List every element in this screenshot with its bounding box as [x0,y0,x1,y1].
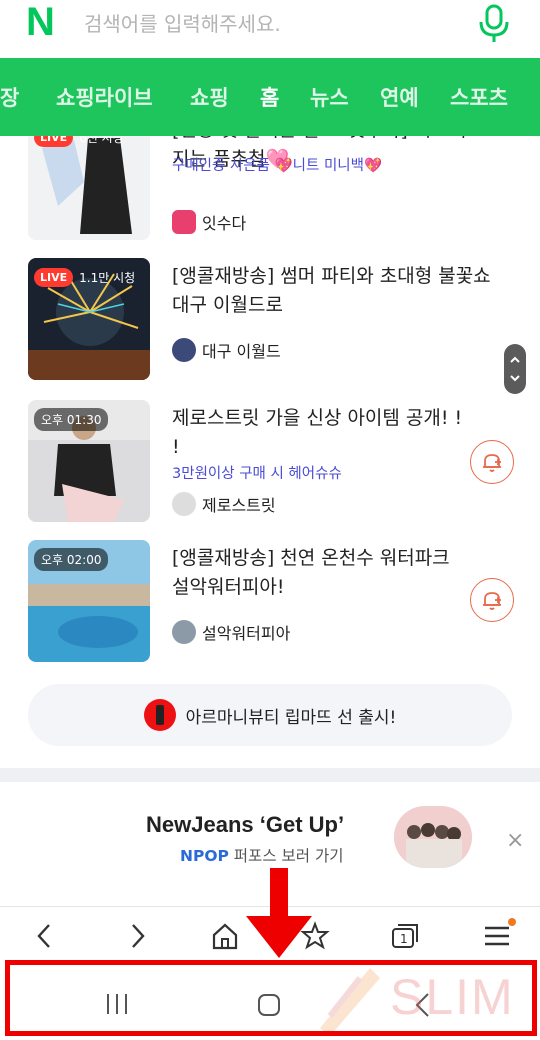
list-item[interactable]: 오후 02:00 [앵콜재방송] 천연 온천수 워터파크 설악워터피아! 설악워… [28,540,518,662]
bell-plus-icon [483,454,501,472]
list-item[interactable]: LIVE 6천 시청 [신상 및 할이는 날 + 잇수다] 니트백 지는 품추첨… [28,118,518,240]
channel[interactable]: 설악워터피아 [172,620,290,644]
tab-previous-visible[interactable]: 장 [0,82,19,112]
promo-image[interactable] [394,806,472,868]
forward-icon[interactable] [122,921,152,951]
svg-text:1: 1 [400,932,408,946]
thumbnail-waterpark[interactable]: 오후 02:00 [28,540,150,662]
channel[interactable]: 대구 이월드 [172,338,281,362]
bell-plus-icon [483,592,501,610]
section-divider [0,768,540,782]
thumbnail-fashion[interactable]: LIVE 6천 시청 [28,118,150,240]
live-badge: LIVE [34,267,74,287]
item-title[interactable]: [앵콜재방송] 썸머 파티와 초대형 불꽃쇼 대구 이월드로 [172,262,502,320]
home-icon[interactable] [210,921,240,951]
view-count: 1.1만 시청 [79,270,136,285]
tab-home-visible[interactable]: 홈 [260,82,279,112]
item-subtitle: 3만원이상 구매 시 헤어슈슈 [172,466,342,482]
notification-bell-button[interactable] [470,578,514,622]
naver-logo[interactable]: N [26,2,55,42]
channel[interactable]: 제로스트릿 [172,492,276,516]
search-bar[interactable]: N 검색어를 입력해주세요. [0,0,540,58]
schedule-badge: 오후 02:00 [34,548,109,571]
channel-avatar [172,620,196,644]
item-title[interactable]: 제로스트릿 가을 신상 아이템 공개! ! ! [172,404,472,462]
tab-shopping-visible[interactable]: 쇼핑 [190,82,229,112]
scroll-handle[interactable] [504,344,526,394]
highlight-box [5,960,537,1036]
banner-text: 아르마니뷰티 립마뜨 선 출시! [185,707,397,728]
tab-sports-visible[interactable]: 스포츠 [450,82,508,112]
back-icon[interactable] [30,921,60,951]
channel-name: 설악워터피아 [202,624,291,643]
ad-banner[interactable]: 아르마니뷰티 립마뜨 선 출시! [28,684,512,746]
schedule-badge: 오후 01:30 [34,408,109,431]
channel-name: 대구 이월드 [202,342,281,361]
search-input[interactable]: 검색어를 입력해주세요. [84,8,281,37]
menu-icon[interactable] [482,921,512,951]
close-icon[interactable]: × [506,828,524,853]
scroll-chevrons-icon [510,356,520,382]
thumbnail-fashion-model[interactable]: 오후 01:30 [28,400,150,522]
channel-avatar [172,210,196,234]
tabs-icon[interactable]: 1 [390,921,420,951]
promo-title[interactable]: NewJeans ‘Get Up’ [146,812,344,838]
list-item[interactable]: LIVE 1.1만 시청 [앵콜재방송] 썸머 파티와 초대형 불꽃쇼 대구 이… [28,258,518,380]
microphone-icon[interactable] [476,4,512,44]
red-arrow-annotation [246,868,312,958]
tab-shopping-live-visible[interactable]: 쇼핑라이브 [56,82,153,112]
channel-avatar [172,492,196,516]
category-tabs-visible: 장 쇼핑라이브 쇼핑 홈 뉴스 연예 스포츠 [0,58,540,136]
channel-name: 잇수다 [202,214,247,233]
thumbnail-fireworks[interactable]: LIVE 1.1만 시청 [28,258,150,380]
tab-news-visible[interactable]: 뉴스 [310,82,349,112]
promo-brand: NPOP [180,847,229,865]
notification-dot [508,918,516,926]
promo-subtitle[interactable]: NPOP 퍼포스 보러 가기 [180,844,343,866]
list-item[interactable]: 오후 01:30 제로스트릿 가을 신상 아이템 공개! ! ! 3만원이상 구… [28,400,518,522]
channel-avatar [172,338,196,362]
tab-entertainment-visible[interactable]: 연예 [380,82,419,112]
lipstick-icon [143,699,176,731]
item-subtitle: 구매인증 사은품 💖니트 미니백💖 [172,158,383,174]
channel[interactable]: 잇수다 [172,210,246,234]
promo-subtitle-text: 퍼포스 보러 가기 [228,847,344,865]
channel-name: 제로스트릿 [202,496,276,515]
item-title[interactable]: [앵콜재방송] 천연 온천수 워터파크 설악워터피아! [172,544,472,602]
notification-bell-button[interactable] [470,440,514,484]
